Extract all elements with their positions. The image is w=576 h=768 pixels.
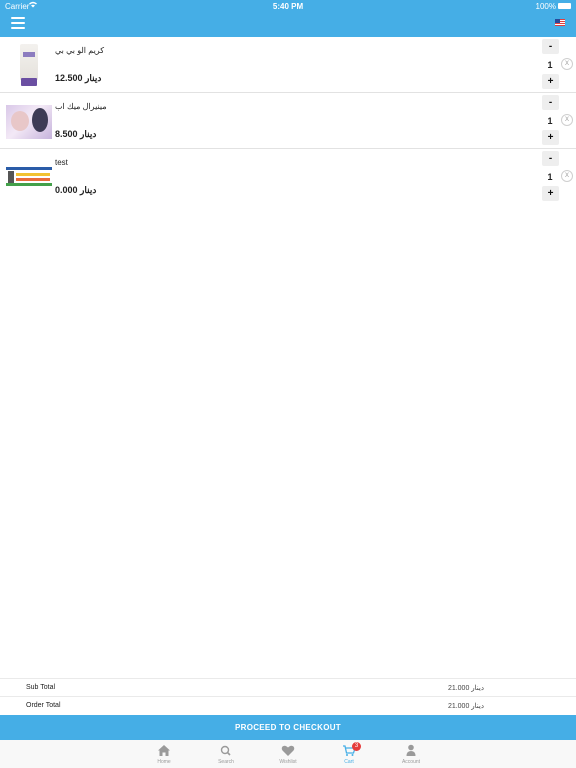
navigation-bar: Carrier 5:40 PM 100% xyxy=(0,0,576,37)
decrease-quantity-button[interactable]: - xyxy=(542,151,559,166)
cart-item: مينيرال ميك اب 8.500 دينار - 1 + X xyxy=(0,93,576,149)
tab-cart[interactable]: 3 Cart xyxy=(329,742,369,765)
user-icon xyxy=(391,742,431,758)
tab-label: Cart xyxy=(344,759,354,765)
cart-icon xyxy=(329,742,369,758)
remove-item-button[interactable]: X xyxy=(561,114,573,126)
order-total-label: Order Total xyxy=(26,702,61,709)
cart-item: كريم الو بي بي 12.500 دينار - 1 + X xyxy=(0,37,576,93)
product-image[interactable] xyxy=(6,165,52,189)
tab-label: Search xyxy=(218,759,234,765)
home-icon xyxy=(144,742,184,758)
clock: 5:40 PM xyxy=(272,2,304,11)
quantity-value: 1 xyxy=(547,172,553,182)
search-icon xyxy=(206,742,246,758)
increase-quantity-button[interactable]: + xyxy=(542,74,559,89)
product-image[interactable] xyxy=(6,42,52,88)
heart-icon xyxy=(268,742,308,758)
product-price: 12.500 دينار xyxy=(55,73,102,83)
cart-item: test 0.000 دينار - 1 + X xyxy=(0,149,576,205)
product-price: 8.500 دينار xyxy=(55,129,97,139)
product-price: 0.000 دينار xyxy=(55,185,97,195)
decrease-quantity-button[interactable]: - xyxy=(542,95,559,110)
increase-quantity-button[interactable]: + xyxy=(542,186,559,201)
tab-wishlist[interactable]: Wishlist xyxy=(268,742,308,765)
tab-account[interactable]: Account xyxy=(391,742,431,765)
tab-search[interactable]: Search xyxy=(206,742,246,765)
battery-icon xyxy=(558,3,571,9)
remove-item-button[interactable]: X xyxy=(561,170,573,182)
quantity-value: 1 xyxy=(547,60,553,70)
tab-bar: Home Search Wishlist 3 Cart Account xyxy=(0,740,576,768)
status-bar: Carrier 5:40 PM 100% xyxy=(0,0,576,12)
proceed-to-checkout-button[interactable]: PROCEED TO CHECKOUT xyxy=(0,715,576,740)
cart-list: كريم الو بي بي 12.500 دينار - 1 + X ميني… xyxy=(0,37,576,205)
order-summary: Sub Total 21.000 دينار Order Total 21.00… xyxy=(0,678,576,714)
tab-home[interactable]: Home xyxy=(144,742,184,765)
tab-label: Account xyxy=(401,759,421,765)
decrease-quantity-button[interactable]: - xyxy=(542,39,559,54)
quantity-value: 1 xyxy=(547,116,553,126)
product-image[interactable] xyxy=(6,105,52,139)
product-name[interactable]: مينيرال ميك اب xyxy=(55,102,107,111)
cart-count-badge: 3 xyxy=(352,742,361,751)
battery-percent: 100% xyxy=(535,2,556,11)
order-total-row: Order Total 21.000 دينار xyxy=(0,696,576,714)
tab-label: Home xyxy=(157,759,171,765)
product-name[interactable]: كريم الو بي بي xyxy=(55,46,104,55)
order-total-value: 21.000 دينار xyxy=(447,703,484,710)
tab-label: Wishlist xyxy=(279,759,297,765)
product-name[interactable]: test xyxy=(55,158,68,167)
sub-total-label: Sub Total xyxy=(26,684,56,691)
sub-total-value: 21.000 دينار xyxy=(447,685,484,692)
remove-item-button[interactable]: X xyxy=(561,58,573,70)
increase-quantity-button[interactable]: + xyxy=(542,130,559,145)
hamburger-menu-icon[interactable] xyxy=(11,17,25,29)
sub-total-row: Sub Total 21.000 دينار xyxy=(0,678,576,696)
us-flag-icon[interactable] xyxy=(555,19,565,26)
cart-screen: Carrier 5:40 PM 100% كريم الو بي بي 12.5… xyxy=(0,0,576,768)
